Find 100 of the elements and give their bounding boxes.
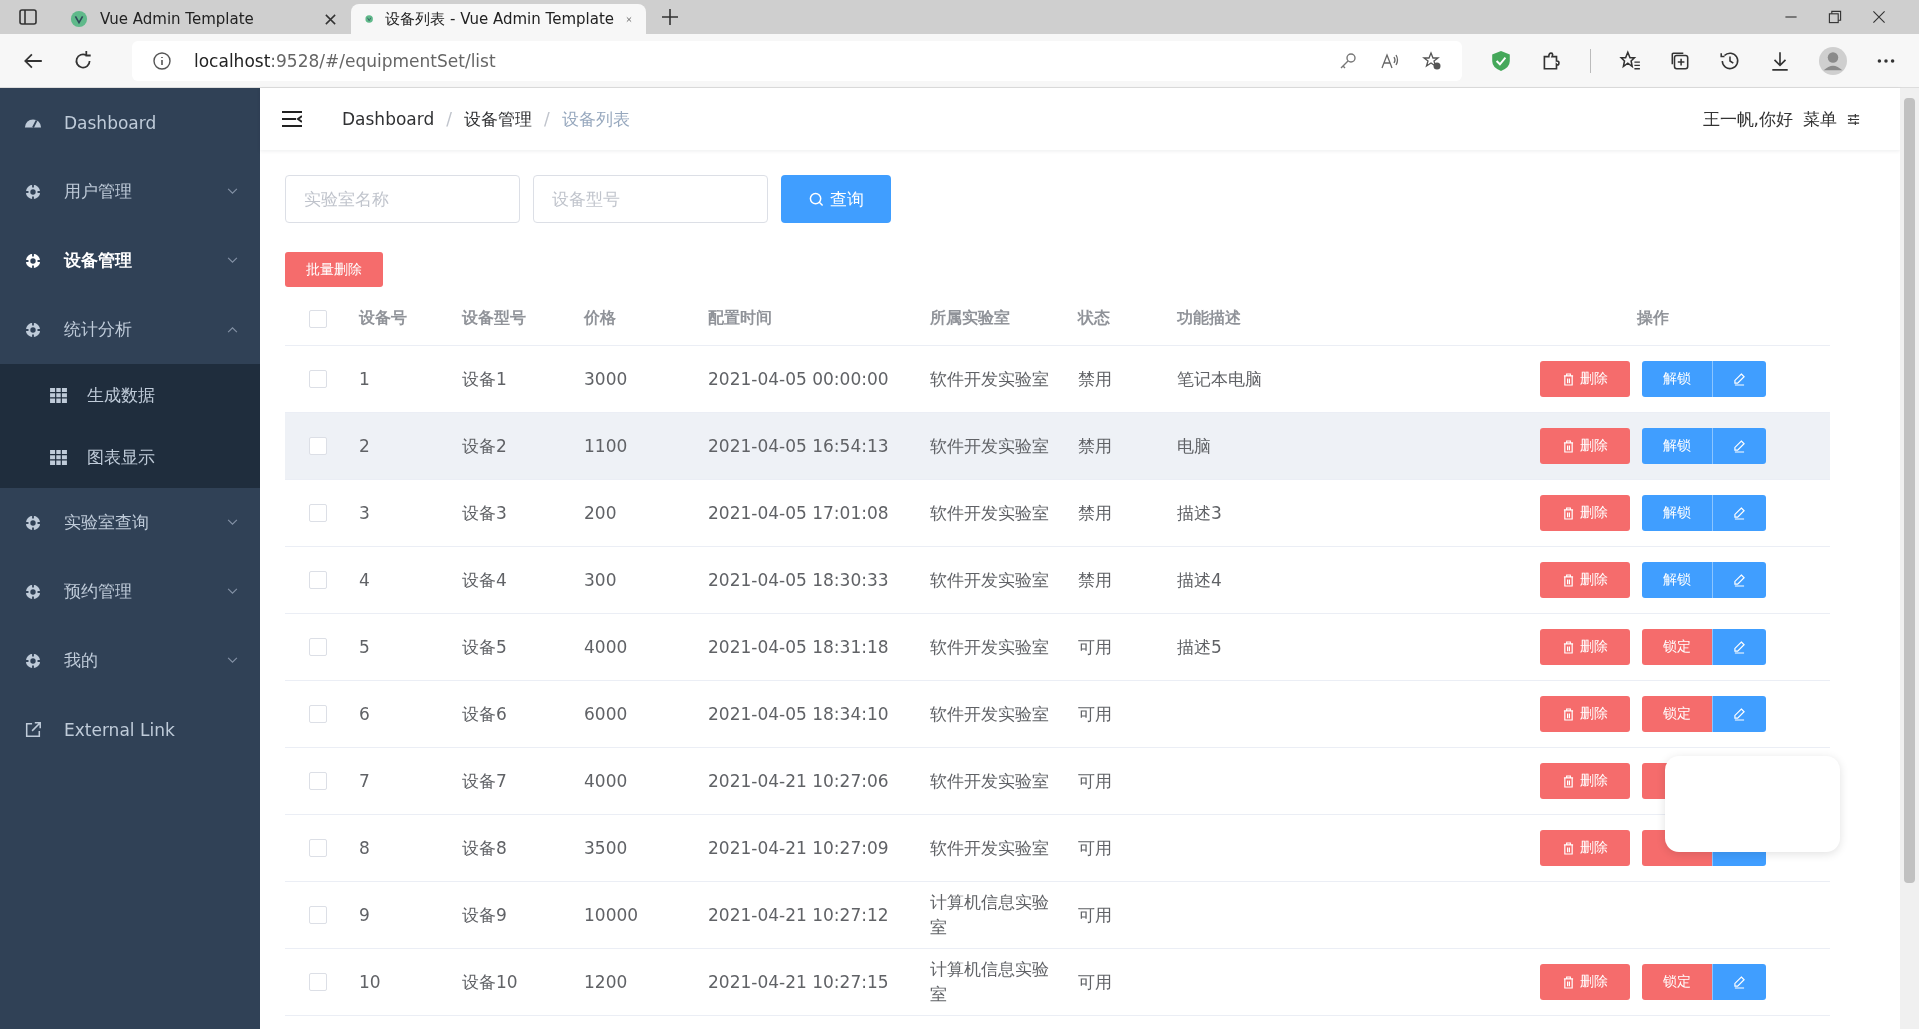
table-cell-text: 软件开发实验室 — [930, 836, 1049, 860]
sidebar-item[interactable]: 设备管理 — [0, 226, 260, 295]
browser-tab[interactable]: Vue Admin Template — [56, 4, 351, 34]
table-row[interactable]: 10 设备10 1200 2021-04-21 10:27:15 计算机信息实验室 可用 删除 锁定 — [285, 949, 1830, 1016]
table-row[interactable]: 9 设备9 10000 2021-04-21 10:27:12 计算机信息实验室 可用 — [285, 882, 1830, 949]
row-checkbox[interactable] — [309, 571, 327, 589]
edit-button[interactable] — [1712, 361, 1766, 397]
breadcrumb-item[interactable]: 设备管理 — [463, 107, 532, 131]
row-checkbox[interactable] — [309, 973, 327, 991]
sidebar-item[interactable]: External Link — [0, 695, 260, 764]
pencil-icon — [1734, 640, 1745, 654]
edit-button[interactable] — [1712, 428, 1766, 464]
browser-tab[interactable]: 设备列表 - Vue Admin Template — [351, 4, 646, 34]
table-cell-text: 软件开发实验室 — [930, 501, 1049, 525]
download-icon[interactable] — [1769, 49, 1791, 72]
column-header: 设备号 — [359, 308, 407, 329]
sidebar-item[interactable]: Dashboard — [0, 88, 260, 157]
table-cell: 2021-04-21 10:27:12 — [708, 905, 889, 925]
pencil-icon — [1734, 707, 1745, 721]
sidebar-subitem[interactable]: 生成数据 — [0, 364, 260, 426]
row-checkbox[interactable] — [309, 906, 327, 924]
device-model-field[interactable]: 设备型号 — [533, 175, 768, 223]
table-row[interactable]: 5 设备5 4000 2021-04-05 18:31:18 软件开发实验室 可用 描述5 删除 锁定 — [285, 614, 1830, 681]
trash-icon — [1562, 975, 1574, 989]
info-icon — [152, 50, 172, 71]
row-checkbox[interactable] — [309, 504, 327, 522]
table-cell: 可用 — [1078, 836, 1112, 860]
row-checkbox[interactable] — [309, 839, 327, 857]
breadcrumb-separator: / — [543, 109, 550, 129]
profile-avatar-icon[interactable] — [1819, 46, 1847, 75]
restore-icon[interactable] — [1827, 9, 1843, 25]
row-checkbox[interactable] — [309, 370, 327, 388]
trash-icon — [1562, 439, 1574, 453]
sidebar-subitem[interactable]: 图表显示 — [0, 426, 260, 488]
address-bar[interactable]: localhost:9528/#/equipmentSet/list — [132, 40, 1462, 81]
chevron-down-icon — [227, 588, 238, 595]
edit-button[interactable] — [1712, 964, 1766, 1000]
table-cell: 禁用 — [1078, 568, 1112, 592]
add-favorite-icon[interactable] — [1422, 50, 1442, 71]
lab-name-field[interactable]: 实验室名称 — [285, 175, 520, 223]
key-icon[interactable] — [1338, 50, 1358, 71]
table-cell: 笔记本电脑 — [1177, 367, 1262, 391]
table-cell: 1100 — [584, 436, 628, 456]
table-cell: 设备9 — [462, 903, 507, 927]
table-cell: 2021-04-05 16:54:13 — [708, 436, 889, 456]
edit-button[interactable] — [1712, 495, 1766, 531]
table-cell: 描述3 — [1177, 501, 1222, 525]
table-cell: 4000 — [584, 771, 628, 791]
close-icon[interactable] — [1871, 9, 1887, 25]
table-row[interactable]: 3 设备3 200 2021-04-05 17:01:08 软件开发实验室 禁用 描述3 删除 解锁 — [285, 480, 1830, 547]
table-row[interactable]: 4 设备4 300 2021-04-05 18:30:33 软件开发实验室 禁用 描述4 删除 解锁 — [285, 547, 1830, 614]
edit-button[interactable] — [1712, 629, 1766, 665]
table-row[interactable]: 2 设备2 1100 2021-04-05 16:54:13 软件开发实验室 禁用 电脑 删除 解锁 — [285, 413, 1830, 480]
row-checkbox[interactable] — [309, 772, 327, 790]
history-icon[interactable] — [1719, 49, 1741, 72]
sidebar-item[interactable]: 我的 — [0, 626, 260, 695]
table-cell: 可用 — [1078, 702, 1112, 726]
table-cell: 300 — [584, 570, 617, 590]
sidebar-item[interactable]: 统计分析 — [0, 295, 260, 364]
table-cell: 2021-04-05 18:31:18 — [708, 637, 889, 657]
table-cell: 可用 — [1078, 903, 1112, 927]
pencil-icon — [1734, 372, 1745, 386]
select-all-checkbox[interactable] — [309, 309, 327, 328]
sidebar-item[interactable]: 实验室查询 — [0, 488, 260, 557]
table-cell: 可用 — [1078, 970, 1112, 994]
table-cell: 2021-04-05 18:34:10 — [708, 704, 889, 724]
shield-icon[interactable] — [1490, 49, 1512, 72]
breadcrumb-item: 设备列表 — [561, 107, 630, 131]
table-cell-text: 软件开发实验室 — [930, 568, 1049, 592]
menu-link[interactable]: 菜单 — [1803, 107, 1837, 131]
table-cell: 2021-04-21 10:27:15 — [708, 972, 889, 992]
close-icon[interactable] — [324, 12, 337, 26]
scrollbar[interactable] — [1900, 88, 1919, 1029]
table-cell: 描述4 — [1177, 568, 1222, 592]
breadcrumb-item[interactable]: Dashboard — [342, 109, 435, 129]
tab-actions-icon[interactable] — [18, 7, 38, 27]
table-icon — [50, 387, 67, 403]
edit-button[interactable] — [1712, 696, 1766, 732]
row-checkbox[interactable] — [309, 638, 327, 656]
row-checkbox[interactable] — [309, 705, 327, 723]
table-cell: 2021-04-05 00:00:00 — [708, 369, 889, 389]
new-tab-icon[interactable] — [660, 7, 680, 27]
sliders-icon[interactable] — [1847, 112, 1860, 126]
trash-icon — [1562, 841, 1574, 855]
table-cell: 3500 — [584, 838, 628, 858]
chevron-down-icon — [227, 519, 238, 526]
chevron-down-icon — [227, 657, 238, 664]
table-cell: 设备5 — [462, 635, 507, 659]
row-checkbox[interactable] — [309, 437, 327, 455]
favorites-icon[interactable] — [1619, 49, 1641, 72]
edit-button[interactable] — [1712, 562, 1766, 598]
menu-icon[interactable] — [282, 110, 302, 128]
sidebar-item[interactable]: 预约管理 — [0, 557, 260, 626]
vue-logo-icon — [70, 10, 88, 28]
pencil-icon — [1734, 573, 1745, 587]
gear-icon — [24, 251, 42, 270]
table-cell: 设备3 — [462, 501, 507, 525]
table-row[interactable]: 6 设备6 6000 2021-04-05 18:34:10 软件开发实验室 可用 删除 锁定 — [285, 681, 1830, 748]
sidebar-item[interactable]: 用户管理 — [0, 157, 260, 226]
gear-icon — [24, 582, 42, 601]
